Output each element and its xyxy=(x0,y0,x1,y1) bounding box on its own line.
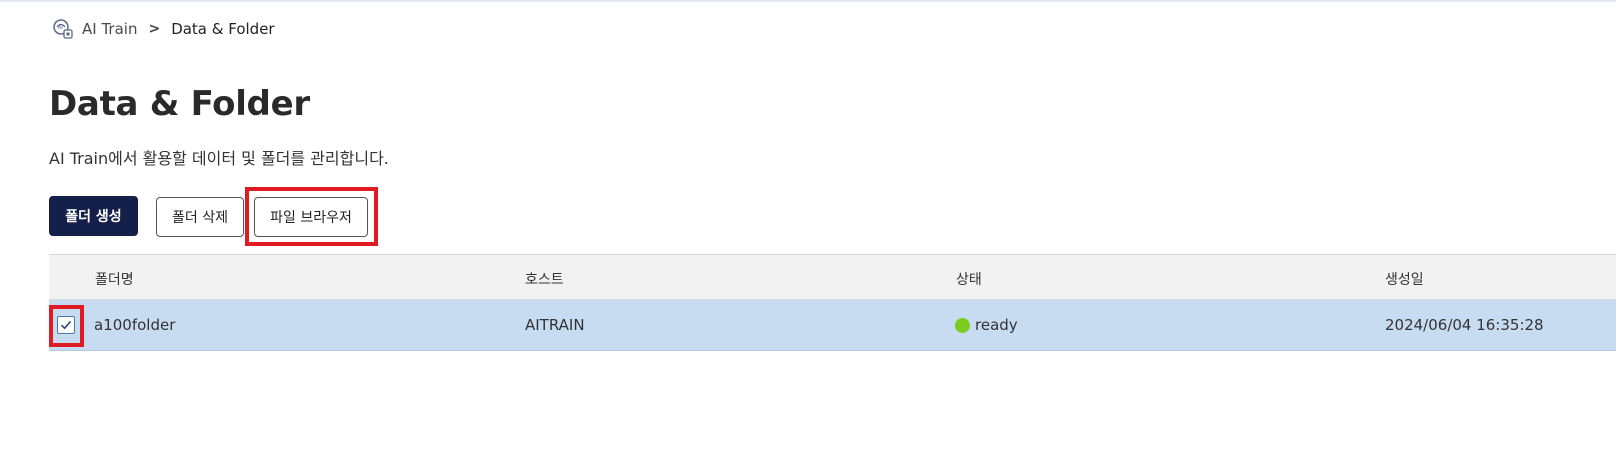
create-folder-button[interactable]: 폴더 생성 xyxy=(49,196,138,236)
page-description: AI Train에서 활용할 데이터 및 폴더를 관리합니다. xyxy=(49,149,389,168)
folder-name-cell: a100folder xyxy=(94,316,176,334)
column-header-name[interactable]: 폴더명 xyxy=(95,269,134,289)
ai-train-icon: AI xyxy=(53,19,73,39)
column-header-created[interactable]: 생성일 xyxy=(1385,269,1424,289)
checkmark-icon xyxy=(60,320,72,330)
row-checkbox[interactable] xyxy=(57,316,75,334)
folder-table: 폴더명 호스트 상태 생성일 a100folder AITRAIN ready … xyxy=(49,254,1616,351)
page-title: Data & Folder xyxy=(49,84,310,124)
breadcrumb-current: Data & Folder xyxy=(171,20,275,38)
table-header: 폴더명 호스트 상태 생성일 xyxy=(49,254,1616,300)
status-cell: ready xyxy=(955,316,1018,334)
delete-folder-button[interactable]: 폴더 삭제 xyxy=(156,197,244,237)
breadcrumb-separator: > xyxy=(148,21,161,37)
breadcrumb-root-link[interactable]: AI Train xyxy=(82,20,137,38)
svg-text:AI: AI xyxy=(58,25,63,31)
file-browser-button[interactable]: 파일 브라우저 xyxy=(254,197,368,237)
status-label: ready xyxy=(975,316,1018,334)
created-date-cell: 2024/06/04 16:35:28 xyxy=(1385,316,1544,334)
breadcrumb: AI AI Train > Data & Folder xyxy=(52,18,275,40)
table-row[interactable]: a100folder AITRAIN ready 2024/06/04 16:3… xyxy=(49,300,1616,351)
status-ready-icon xyxy=(955,317,970,333)
top-divider xyxy=(0,0,1616,2)
host-cell: AITRAIN xyxy=(525,316,585,334)
column-header-host[interactable]: 호스트 xyxy=(525,269,564,289)
column-header-status[interactable]: 상태 xyxy=(956,269,982,289)
